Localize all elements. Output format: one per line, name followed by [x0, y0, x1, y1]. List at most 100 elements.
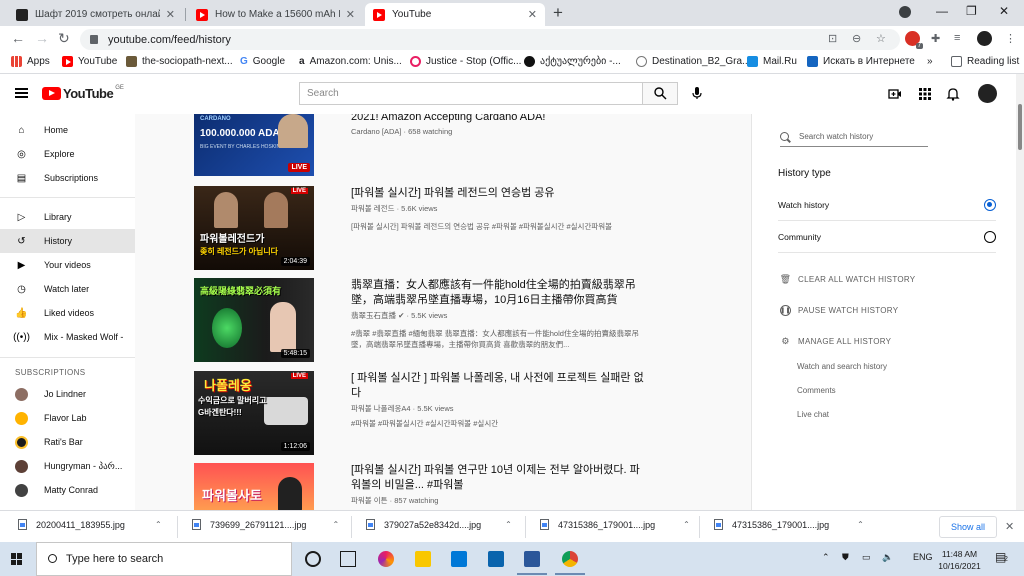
- zoom-icon[interactable]: ⊖: [852, 32, 861, 45]
- sidebar-item-liked-videos[interactable]: 👍 Liked videos: [0, 301, 135, 325]
- browser-tab-3[interactable]: YouTube ✕: [365, 3, 545, 26]
- browser-tab-2[interactable]: How to Make a 15600 mAh Powe ✕: [188, 3, 363, 26]
- url-bar[interactable]: youtube.com/feed/history: [80, 29, 900, 50]
- restore-button[interactable]: ❐: [966, 4, 977, 18]
- chevron-up-icon[interactable]: ⌃: [857, 520, 864, 529]
- create-video-icon[interactable]: [888, 87, 902, 101]
- bookmarks-overflow-button[interactable]: »: [927, 56, 933, 67]
- video-card[interactable]: LIVE 나폴레옹 수익금으로 말버리고 G바겐탄다!!! 1:12:06 [ …: [194, 371, 694, 457]
- manage-history-button[interactable]: ⚙ MANAGE ALL HISTORY: [780, 336, 891, 347]
- close-icon[interactable]: ✕: [346, 8, 355, 21]
- video-card[interactable]: 파워볼사토 [파워볼 실시간] 파워볼 연구만 10년 이제는 전부 알아버렸다…: [194, 463, 694, 510]
- tab-search-icon[interactable]: [899, 6, 911, 18]
- volume-icon[interactable]: 🔈: [882, 552, 893, 563]
- chevron-up-icon[interactable]: ⌃: [683, 520, 690, 529]
- network-icon[interactable]: ▭: [862, 552, 871, 563]
- youtube-logo[interactable]: YouTube GE: [42, 85, 124, 101]
- video-thumbnail[interactable]: 파워볼사토: [194, 463, 314, 510]
- chevron-up-icon[interactable]: ⌃: [332, 520, 339, 529]
- system-clock[interactable]: 11:48 AM 10/16/2021: [932, 548, 987, 572]
- video-card[interactable]: 高級陽綠翡翠必須有 5:48:15 翡翠直播：女人都應該有一件能hold住全場的…: [194, 278, 694, 364]
- close-icon[interactable]: ✕: [1005, 520, 1014, 533]
- download-item[interactable]: 379027a52e8342d....jpg ⌃: [366, 519, 512, 530]
- microphone-icon[interactable]: [690, 86, 704, 100]
- radio-unselected[interactable]: [984, 230, 996, 243]
- download-item[interactable]: 20200411_183955.jpg ⌃: [18, 519, 162, 530]
- reading-list-button[interactable]: Reading list: [951, 56, 1019, 67]
- chevron-up-icon[interactable]: ⌃: [822, 552, 830, 563]
- star-icon[interactable]: ☆: [876, 32, 886, 45]
- sidebar-item-library[interactable]: ▷ Library: [0, 205, 135, 229]
- download-item[interactable]: 47315386_179001....jpg ⌃: [540, 519, 690, 530]
- back-button[interactable]: ←: [11, 30, 25, 46]
- bookmark-sociopath[interactable]: the-sociopath-next...: [126, 56, 233, 67]
- taskbar-search-input[interactable]: Type here to search: [36, 542, 292, 576]
- channel-name[interactable]: 翡翠玉石直播: [351, 311, 396, 320]
- hamburger-menu-icon[interactable]: [15, 88, 28, 98]
- history-search-input[interactable]: Search watch history: [780, 126, 928, 147]
- sidebar-item-home[interactable]: ⌂ Home: [0, 118, 135, 142]
- apps-grid-icon[interactable]: [918, 87, 932, 101]
- search-button[interactable]: [642, 82, 678, 105]
- search-input[interactable]: Search: [299, 82, 642, 105]
- new-tab-button[interactable]: +: [553, 3, 563, 23]
- security-icon[interactable]: ⛊: [842, 552, 849, 563]
- reading-list-icon[interactable]: ≡: [954, 32, 960, 44]
- kebab-menu-icon[interactable]: ⋮: [1005, 32, 1016, 45]
- video-title[interactable]: 2021! Amazon Accepting Cardano ADA!: [351, 114, 646, 125]
- forward-button[interactable]: →: [35, 30, 49, 46]
- radio-selected[interactable]: [984, 198, 996, 211]
- video-thumbnail[interactable]: LIVE 파워볼레전드가 좆히 레전드가 아닙니다 2:04:39: [194, 186, 314, 270]
- manage-link-comments[interactable]: Comments: [797, 386, 836, 395]
- bookmark-amazon[interactable]: a Amazon.com: Unis...: [299, 56, 402, 67]
- minimize-button[interactable]: —: [936, 4, 948, 18]
- browser-tab-1[interactable]: Шафт 2019 смотреть онлайн бе ✕: [8, 3, 183, 26]
- mail-icon[interactable]: [488, 551, 504, 567]
- sidebar-item-explore[interactable]: ◎ Explore: [0, 142, 135, 166]
- video-thumbnail[interactable]: 高級陽綠翡翠必須有 5:48:15: [194, 278, 314, 362]
- history-type-watch[interactable]: Watch history: [778, 189, 996, 221]
- reload-button[interactable]: ↻: [58, 30, 70, 47]
- download-item[interactable]: 739699_26791121....jpg ⌃: [192, 519, 339, 530]
- video-thumbnail[interactable]: CARDANO 100.000.000 ADA BIG EVENT BY CHA…: [194, 114, 314, 176]
- close-icon[interactable]: ✕: [528, 8, 537, 21]
- subscription-item[interactable]: Rati's Bar: [0, 430, 135, 454]
- cortana-icon[interactable]: [305, 551, 321, 567]
- account-avatar[interactable]: [978, 84, 997, 103]
- bookmark-destination[interactable]: Destination_B2_Gra...: [636, 56, 750, 67]
- sidebar-item-subscriptions[interactable]: ▤ Subscriptions: [0, 166, 135, 190]
- pause-history-button[interactable]: ❚❚ PAUSE WATCH HISTORY: [780, 305, 898, 316]
- windows-start-icon[interactable]: [11, 553, 23, 565]
- close-icon[interactable]: ✕: [166, 8, 175, 21]
- notifications-bell-icon[interactable]: [946, 87, 960, 101]
- video-title[interactable]: 翡翠直播：女人都應該有一件能hold住全場的拍賣級翡翠吊墜，高端翡翠吊墜直播專場…: [351, 278, 646, 308]
- sidebar-item-history[interactable]: ↺ History: [0, 229, 135, 253]
- file-explorer-icon[interactable]: [415, 551, 431, 567]
- sidebar-item-watch-later[interactable]: ◷ Watch later: [0, 277, 135, 301]
- chevron-up-icon[interactable]: ⌃: [505, 520, 512, 529]
- profile-avatar[interactable]: [977, 31, 992, 46]
- scrollbar-thumb[interactable]: [1018, 104, 1022, 150]
- store-icon[interactable]: [451, 551, 467, 567]
- video-thumbnail[interactable]: LIVE 나폴레옹 수익금으로 말버리고 G바겐탄다!!! 1:12:06: [194, 371, 314, 455]
- history-type-community[interactable]: Community: [778, 221, 996, 253]
- language-indicator[interactable]: ENG: [913, 552, 933, 562]
- bookmark-apps[interactable]: Apps: [11, 56, 50, 67]
- clear-all-history-button[interactable]: 🗑 CLEAR ALL WATCH HISTORY: [780, 274, 916, 285]
- notification-center-icon[interactable]: ▤ 2: [995, 550, 1008, 564]
- sidebar-item-your-videos[interactable]: ▶ Your videos: [0, 253, 135, 277]
- bookmark-georgian[interactable]: აქტუალურები -...: [524, 56, 621, 67]
- bookmark-google[interactable]: G Google: [240, 56, 285, 67]
- video-title[interactable]: [파워볼 실시간] 파워볼 레전드의 연승법 공유: [351, 186, 646, 201]
- sidebar-item-mix[interactable]: ((•)) Mix - Masked Wolf -: [0, 325, 135, 349]
- manage-link-live-chat[interactable]: Live chat: [797, 410, 829, 419]
- bookmark-mailru[interactable]: Mail.Ru: [747, 56, 797, 67]
- subscription-item[interactable]: Matty Conrad: [0, 478, 135, 502]
- bookmark-search-internet[interactable]: Искать в Интернете: [807, 56, 915, 67]
- subscription-item[interactable]: Hungryman - პარ...: [0, 454, 135, 478]
- close-window-button[interactable]: ✕: [999, 4, 1009, 18]
- video-card[interactable]: CARDANO 100.000.000 ADA BIG EVENT BY CHA…: [194, 114, 694, 178]
- word-icon[interactable]: [524, 551, 540, 567]
- video-title[interactable]: [ 파워볼 실시간 ] 파워볼 나폴레옹, 내 사전에 프로젝트 실패란 없다: [351, 371, 646, 401]
- video-title[interactable]: [파워볼 실시간] 파워볼 연구만 10년 이제는 전부 알아버렸다. 파워볼의…: [351, 463, 646, 493]
